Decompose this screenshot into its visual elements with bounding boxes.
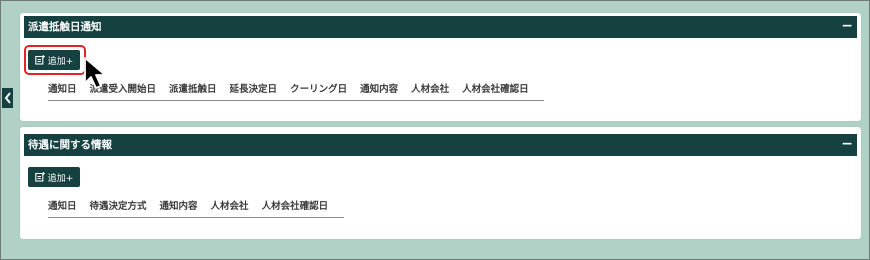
table-header: 通知日 待遇決定方式 通知内容 人材会社 人材会社確認日 <box>48 198 328 212</box>
table-divider <box>48 100 544 101</box>
panel-header: 待遇に関する情報 − <box>24 134 857 156</box>
column-header[interactable]: 通知日 <box>48 198 77 212</box>
add-button-label: 追加+ <box>47 173 74 184</box>
table-header: 通知日 派遣受入開始日 派遣抵触日 延長決定日 クーリング日 通知内容 人材会社… <box>48 81 529 95</box>
column-header[interactable]: 待遇決定方式 <box>90 198 147 212</box>
column-header[interactable]: 人材会社確認日 <box>462 81 529 95</box>
column-header[interactable]: 人材会社確認日 <box>262 198 329 212</box>
column-header[interactable]: 派遣抵触日 <box>169 81 217 95</box>
collapse-button[interactable]: − <box>841 16 853 36</box>
add-button[interactable]: 追加+ <box>28 167 80 187</box>
column-header[interactable]: クーリング日 <box>290 81 347 95</box>
mouse-pointer-icon <box>84 57 106 89</box>
panel-title: 待遇に関する情報 <box>28 139 112 151</box>
panel-treatment-info: 待遇に関する情報 − 追加+ 通知日 待遇決定方式 通知内容 人材会社 人材会社… <box>20 127 861 239</box>
table-divider <box>48 217 344 218</box>
column-header[interactable]: 通知日 <box>48 81 77 95</box>
column-header[interactable]: 通知内容 <box>160 198 198 212</box>
panel-dispatch-conflict: 派遣抵触日通知 − 追加+ 通知日 派遣受入開始日 派遣抵触日 延長決定日 クー… <box>20 13 861 121</box>
panel-title: 派遣抵触日通知 <box>28 21 102 33</box>
column-header[interactable]: 人材会社 <box>411 81 449 95</box>
column-header[interactable]: 人材会社 <box>211 198 249 212</box>
column-header[interactable]: 通知内容 <box>360 81 398 95</box>
collapse-button[interactable]: − <box>841 134 853 154</box>
panel-header: 派遣抵触日通知 − <box>24 16 857 38</box>
sidebar-toggle[interactable] <box>2 88 13 108</box>
chevron-left-icon <box>4 92 11 104</box>
edit-add-icon <box>34 172 45 182</box>
app-window: 派遣抵触日通知 − 追加+ 通知日 派遣受入開始日 派遣抵触日 延長決定日 クー… <box>0 0 870 260</box>
column-header[interactable]: 延長決定日 <box>230 81 278 95</box>
highlight-box <box>24 45 86 75</box>
